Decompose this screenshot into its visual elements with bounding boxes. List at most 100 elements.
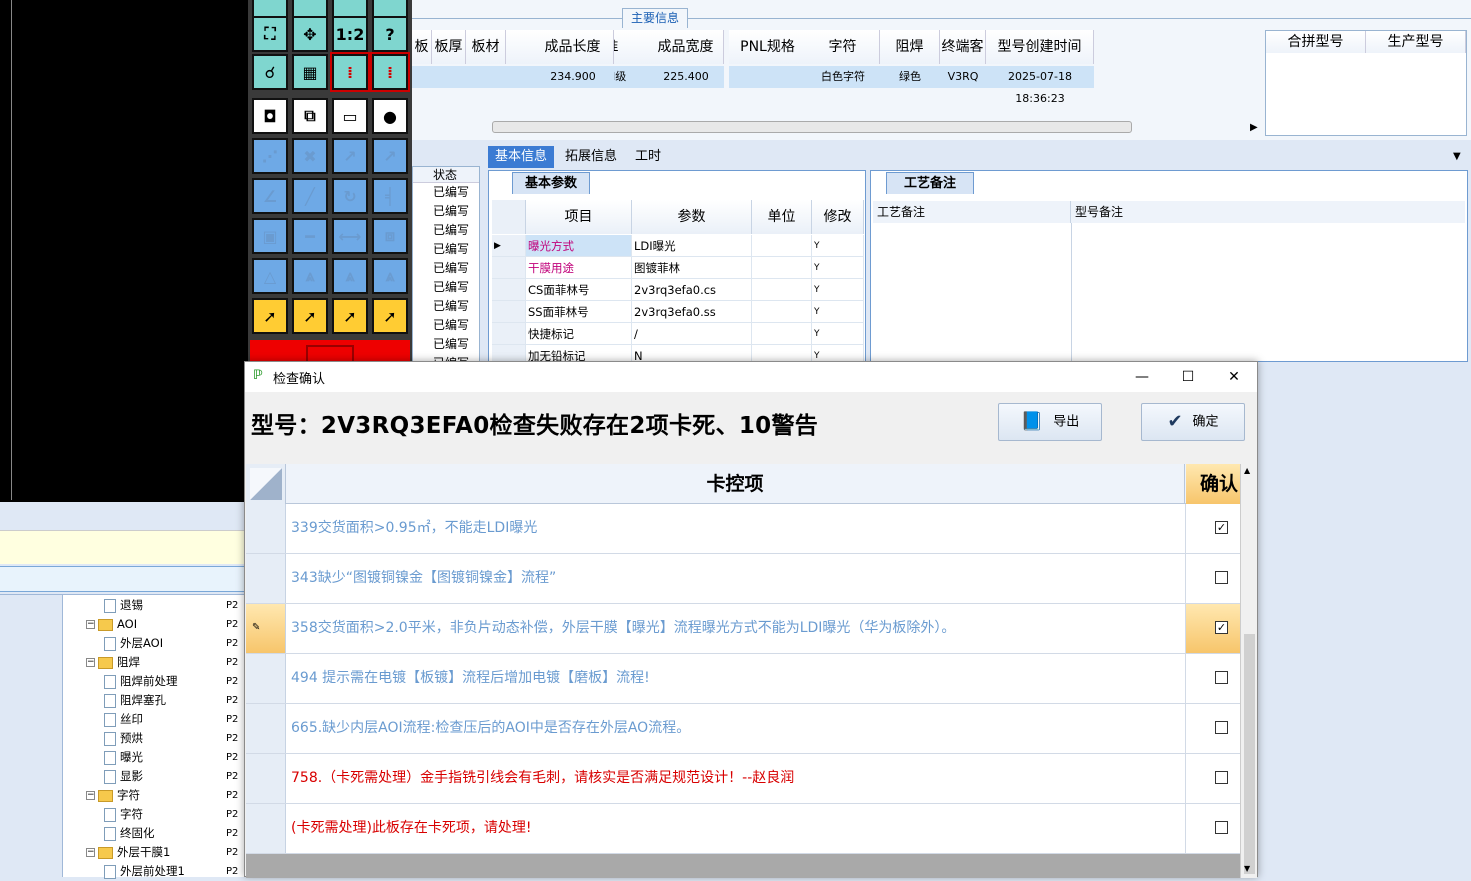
tree-node[interactable]: 退锡 xyxy=(104,596,143,615)
select-circle-icon[interactable]: ➚ xyxy=(332,298,368,334)
top-row-cell[interactable]: 绿色 xyxy=(880,66,940,88)
process-tree[interactable]: 退锡 P2 − AOI P2 外层AOI P2 − 阻焊 P2 阻焊前处理 P2 阻焊塞孔 P2 丝印 P2 预… xyxy=(0,594,248,879)
param-cell-unit[interactable] xyxy=(752,279,812,301)
confirm-checkbox[interactable] xyxy=(1215,721,1228,734)
angle-measure-icon[interactable]: ∠ xyxy=(252,178,288,214)
status-item[interactable]: 已编写 xyxy=(413,316,479,335)
basic-params-tab[interactable]: 基本参数 xyxy=(512,172,590,194)
select-pointer-icon[interactable]: ➚ xyxy=(252,298,288,334)
horizontal-line-icon[interactable]: ━ xyxy=(292,218,328,254)
process-remarks-tab[interactable]: 工艺备注 xyxy=(886,172,974,194)
param-cell-param[interactable]: / xyxy=(632,323,752,345)
grid-icon[interactable]: ▦ xyxy=(292,54,328,90)
scale-button[interactable]: 1:2 xyxy=(332,16,368,52)
tree-node[interactable]: 显影 xyxy=(104,767,143,786)
select-net-icon[interactable]: ➚ xyxy=(372,298,408,334)
close-icon[interactable]: ✕ xyxy=(1219,365,1249,389)
scroll-down-icon[interactable]: ▼ xyxy=(1244,864,1250,873)
export-button[interactable]: 📘 导出 xyxy=(998,403,1102,441)
tree-node[interactable]: 阻焊塞孔 xyxy=(104,691,166,710)
collapse-icon[interactable]: − xyxy=(86,620,95,629)
collapse-icon[interactable]: − xyxy=(86,848,95,857)
param-cell-param[interactable]: 2v3rq3efa0.ss xyxy=(632,301,752,323)
param-cell-mod[interactable]: Y xyxy=(812,279,864,301)
param-cell-unit[interactable] xyxy=(752,235,812,257)
param-cell-param[interactable]: 2v3rq3efa0.cs xyxy=(632,279,752,301)
param-cell-mod[interactable]: Y xyxy=(812,323,864,345)
pad-square-icon[interactable]: ◘ xyxy=(252,98,288,134)
check-item-row[interactable]: 665.缺少内层AOI流程:检查压后的AOI中是否存在外层AO流程。 xyxy=(246,704,1241,754)
center-icon[interactable]: ✥ xyxy=(292,16,328,52)
top-row-cell[interactable]: 白色字符 xyxy=(806,66,880,88)
check-item-row[interactable]: 758.（卡死需处理）金手指铣引线会有毛刺，请核实是否满足规范设计！--赵良润 xyxy=(246,754,1241,804)
fit-view-icon[interactable]: ⛶ xyxy=(252,16,288,52)
row-header[interactable] xyxy=(246,704,286,753)
select-box-icon[interactable]: ➚ xyxy=(292,298,328,334)
net-check-icon[interactable]: ⁞ xyxy=(330,52,370,92)
pad-round-icon[interactable]: ● xyxy=(372,98,408,134)
confirm-checkbox[interactable] xyxy=(1215,571,1228,584)
status-list[interactable]: 状态 已编写已编写已编写已编写已编写已编写已编写已编写已编写已编写 xyxy=(412,166,480,370)
tree-node[interactable]: − 外层干膜1 xyxy=(86,843,170,862)
status-item[interactable]: 已编写 xyxy=(413,221,479,240)
tab-extended-info[interactable]: 拓展信息 xyxy=(558,146,624,168)
check-item-row[interactable]: 343缺少“图镀铜镍金【图镀铜镍金】流程” xyxy=(246,554,1241,604)
cad-canvas[interactable] xyxy=(0,0,248,502)
param-cell-item[interactable]: SS面菲林号 xyxy=(526,301,632,323)
tree-node[interactable]: − AOI xyxy=(86,615,137,634)
row-selector[interactable] xyxy=(492,257,526,279)
maximize-icon[interactable]: ☐ xyxy=(1173,365,1203,389)
triangle-c-icon[interactable]: ⩓ xyxy=(332,258,368,294)
top-row-cell[interactable] xyxy=(432,66,466,88)
row-selector[interactable] xyxy=(492,301,526,323)
top-row-cell[interactable]: 2025-07-18 18:36:23 xyxy=(986,66,1094,105)
tabs-dropdown-icon[interactable]: ▼ xyxy=(1446,146,1468,168)
param-cell-item[interactable]: 干膜用途 xyxy=(526,257,632,279)
confirm-checkbox[interactable] xyxy=(1215,671,1228,684)
ruler-icon[interactable]: ▭ xyxy=(332,98,368,134)
tree-node[interactable]: 预烘 xyxy=(104,729,143,748)
triangle-a-icon[interactable]: △ xyxy=(252,258,288,294)
tree-node[interactable]: − 字符 xyxy=(86,786,140,805)
point-to-point-icon[interactable]: ↗ xyxy=(332,138,368,174)
row-header[interactable] xyxy=(246,654,286,703)
overlap-icon[interactable]: ⧈ xyxy=(372,218,408,254)
check-item-row[interactable]: (卡死需处理)此板存在卡死项，请处理! xyxy=(246,804,1241,854)
param-cell-param[interactable]: LDI曝光 xyxy=(632,235,752,257)
param-cell-param[interactable]: 图镀菲林 xyxy=(632,257,752,279)
delete-node-icon[interactable]: ✖ xyxy=(292,138,328,174)
param-cell-unit[interactable] xyxy=(752,323,812,345)
tab-work-hours[interactable]: 工时 xyxy=(628,146,668,168)
param-cell-mod[interactable]: Y xyxy=(812,257,864,279)
tree-node[interactable]: 字符 xyxy=(104,805,143,824)
top-row-cell[interactable]: 234.900 xyxy=(532,66,614,88)
check-item-row[interactable]: 339交货面积>0.95㎡，不能走LDI曝光 ✓ xyxy=(246,504,1241,554)
row-selector[interactable] xyxy=(492,323,526,345)
param-cell-mod[interactable]: Y xyxy=(812,235,864,257)
net-compare-icon[interactable]: ⁞ xyxy=(370,52,410,92)
status-item[interactable]: 已编写 xyxy=(413,202,479,221)
width-measure-icon[interactable]: ⟷ xyxy=(332,218,368,254)
check-item-row[interactable]: ✎ 358交货面积>2.0平米，非负片动态补偿，外层干膜【曝光】流程曝光方式不能为… xyxy=(246,604,1241,654)
row-header[interactable] xyxy=(246,554,286,603)
param-cell-item[interactable]: CS面菲林号 xyxy=(526,279,632,301)
triangle-d-icon[interactable]: ⩓ xyxy=(372,258,408,294)
confirm-checkbox[interactable]: ✓ xyxy=(1215,621,1228,634)
scroll-up-icon[interactable]: ▲ xyxy=(1244,466,1250,475)
status-item[interactable]: 已编写 xyxy=(413,278,479,297)
help-button[interactable]: ? xyxy=(372,16,408,52)
diagonal-line-icon[interactable]: ╱ xyxy=(292,178,328,214)
row-header[interactable]: ✎ xyxy=(246,604,286,653)
tree-node[interactable]: 丝印 xyxy=(104,710,143,729)
dialog-titlebar[interactable]: ℙ 检查确认 — ☐ ✕ xyxy=(245,362,1257,392)
top-row-cell[interactable]: 225.400 xyxy=(648,66,724,88)
splitter[interactable] xyxy=(0,566,248,592)
arc-icon[interactable]: ↻ xyxy=(332,178,368,214)
top-row-cell[interactable] xyxy=(412,66,432,88)
row-selector[interactable]: ▶ xyxy=(492,235,526,257)
minimize-icon[interactable]: — xyxy=(1127,365,1157,389)
confirm-checkbox[interactable]: ✓ xyxy=(1215,521,1228,534)
confirm-checkbox[interactable] xyxy=(1215,771,1228,784)
row-selector[interactable] xyxy=(492,279,526,301)
param-cell-item[interactable]: 快捷标记 xyxy=(526,323,632,345)
